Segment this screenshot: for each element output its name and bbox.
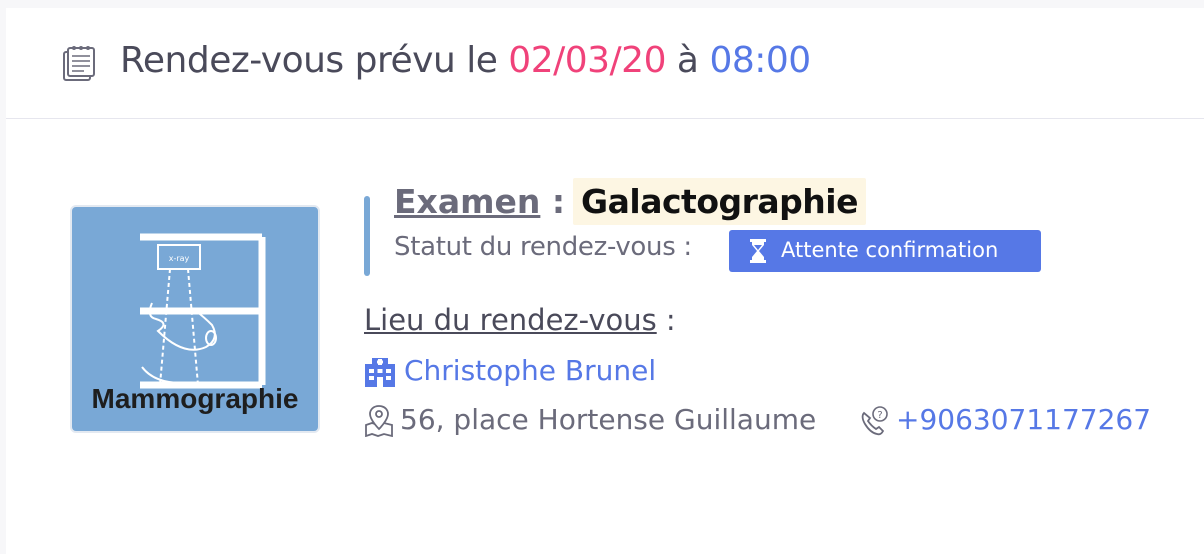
- appointment-title: Rendez-vous prévu le 02/03/20 à 08:00: [120, 40, 811, 81]
- location-separator: :: [656, 303, 676, 337]
- exam-line: Examen : Galactographie: [394, 178, 866, 230]
- status-badge-text: Attente confirmation: [781, 238, 999, 262]
- title-prefix: Rendez-vous prévu le: [120, 40, 509, 81]
- status-badge: Attente confirmation: [729, 230, 1041, 272]
- hourglass-icon: [749, 239, 767, 268]
- phone-number: +9063071177267: [896, 403, 1152, 436]
- clinic-name: Christophe Brunel: [404, 354, 657, 387]
- location-key: Lieu du rendez-vous: [364, 303, 657, 337]
- status-label: Statut du rendez-vous :: [394, 232, 692, 262]
- title-joiner: à: [665, 40, 710, 81]
- appointment-header: Rendez-vous prévu le 02/03/20 à 08:00: [6, 8, 1204, 119]
- exam-image-label: Mammographie: [91, 383, 299, 414]
- appointment-time: 08:00: [709, 40, 811, 81]
- location-heading: Lieu du rendez-vous :: [364, 303, 676, 337]
- appointment-card: Rendez-vous prévu le 02/03/20 à 08:00 x-…: [6, 8, 1204, 554]
- appointment-date: 02/03/20: [508, 40, 666, 81]
- exam-key: Examen: [394, 182, 541, 221]
- exam-image: x-ray Mammographie: [70, 205, 320, 433]
- exam-accent-bar: [364, 196, 370, 276]
- xray-text: x-ray: [169, 254, 190, 263]
- address-text: 56, place Hortense Guillaume: [400, 403, 817, 436]
- exam-separator: :: [540, 182, 566, 221]
- svg-text:?: ?: [877, 410, 882, 421]
- exam-value: Galactographie: [573, 178, 866, 225]
- notepad-icon: [60, 44, 100, 84]
